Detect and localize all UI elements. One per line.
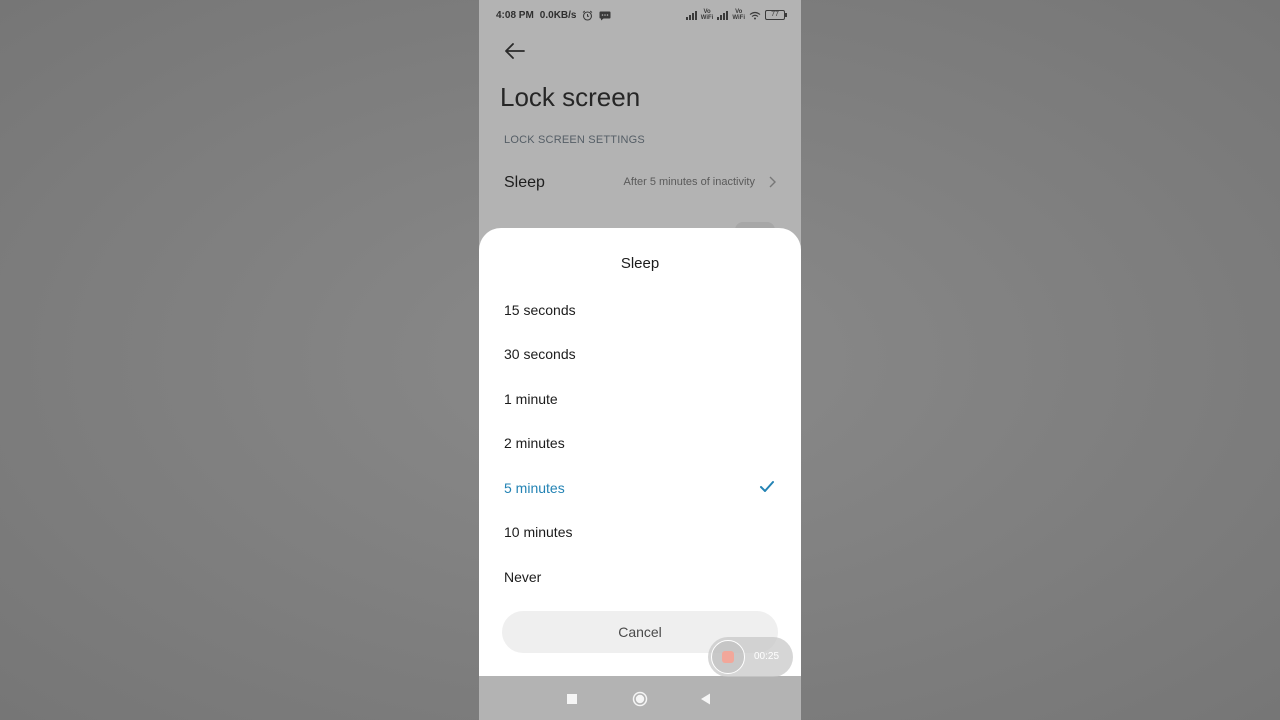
stop-icon [722, 651, 734, 663]
option-label: 30 seconds [504, 346, 576, 362]
option-never[interactable]: Never [479, 555, 801, 599]
option-15-seconds[interactable]: 15 seconds [479, 288, 801, 332]
stop-recording-button[interactable] [711, 640, 745, 674]
navigation-bar [479, 676, 801, 720]
message-icon [599, 11, 611, 20]
option-30-seconds[interactable]: 30 seconds [479, 332, 801, 376]
alarm-icon [583, 10, 593, 21]
volte-1-icon: Vo WiFi [700, 9, 714, 21]
option-label: 15 seconds [504, 302, 576, 318]
sleep-setting-value: After 5 minutes of inactivity [623, 176, 755, 188]
phone-screen: 4:08 PM 0.0KB/s Vo WiFi Vo WiFi 77 Lock … [479, 0, 801, 720]
signal-1-icon [685, 10, 697, 20]
wifi-icon [749, 11, 761, 19]
back-nav-icon[interactable] [698, 691, 714, 707]
option-label: 10 minutes [504, 524, 573, 540]
recents-icon[interactable] [564, 691, 580, 707]
checkmark-icon [760, 481, 774, 492]
status-network-speed: 0.0KB/s [539, 10, 577, 21]
status-bar: 4:08 PM 0.0KB/s Vo WiFi Vo WiFi 77 [479, 0, 801, 32]
option-5-minutes[interactable]: 5 minutes [479, 466, 801, 510]
sleep-setting-label: Sleep [504, 174, 545, 191]
home-icon[interactable] [632, 691, 648, 707]
option-1-minute[interactable]: 1 minute [479, 377, 801, 421]
page-title: Lock screen [500, 82, 641, 112]
option-label: 2 minutes [504, 435, 565, 451]
option-label: 1 minute [504, 391, 558, 407]
option-2-minutes[interactable]: 2 minutes [479, 421, 801, 465]
chevron-right-icon [769, 176, 776, 188]
section-label: LOCK SCREEN SETTINGS [504, 134, 645, 146]
battery-icon: 77 [765, 10, 787, 20]
signal-2-icon [717, 10, 729, 20]
option-10-minutes[interactable]: 10 minutes [479, 510, 801, 554]
recording-timer: 00:25 [754, 651, 780, 662]
arrow-left-icon[interactable] [503, 40, 527, 62]
screen-recorder-widget: 00:25 [708, 637, 793, 677]
option-label: Never [504, 569, 542, 585]
status-time: 4:08 PM [496, 10, 534, 21]
sleep-setting-row[interactable]: Sleep After 5 minutes of inactivity [504, 166, 779, 200]
dialog-title: Sleep [620, 255, 660, 272]
sleep-dialog: Sleep 15 seconds 30 seconds 1 minute 2 m… [479, 228, 801, 678]
option-label: 5 minutes [504, 480, 565, 496]
volte-2-icon: Vo WiFi [732, 9, 745, 21]
